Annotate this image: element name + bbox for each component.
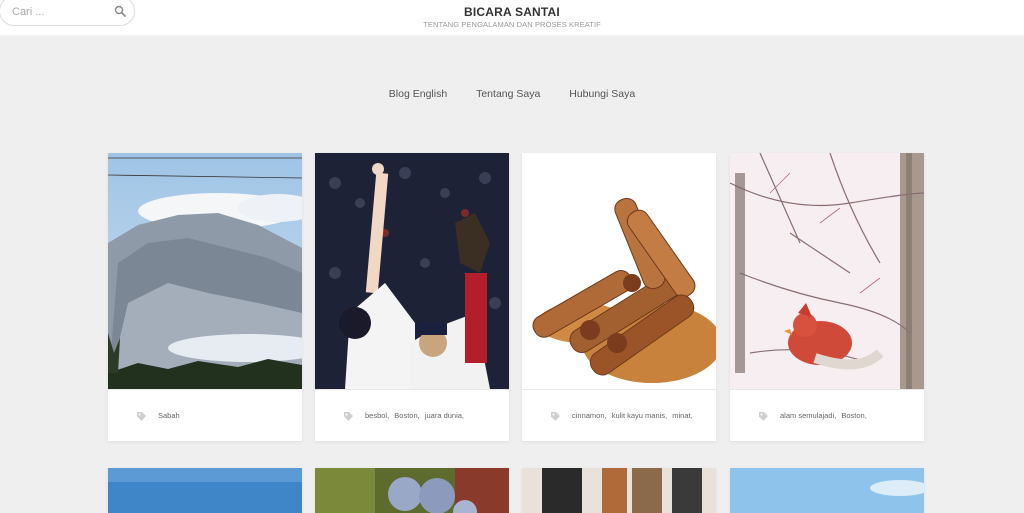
tag-link[interactable]: Boston,	[394, 411, 419, 420]
post-image-cardinal[interactable]	[730, 153, 924, 389]
post-tags: alam semulajadi, Boston,	[730, 389, 924, 442]
nav-blog-english[interactable]: Blog English	[389, 88, 447, 100]
tag-icon	[551, 412, 560, 421]
post-card[interactable]	[730, 468, 924, 513]
tag-link[interactable]: juara dunia,	[425, 411, 464, 420]
site-tagline: TENTANG PENGALAMAN DAN PROSES KREATIF	[423, 20, 601, 29]
post-card[interactable]	[315, 468, 509, 513]
post-card[interactable]: alam semulajadi, Boston,	[730, 153, 924, 441]
tag-link[interactable]: cinnamon,	[572, 411, 607, 420]
post-card[interactable]	[108, 468, 302, 513]
post-image[interactable]	[315, 468, 509, 513]
post-tags: Sabah	[108, 389, 302, 442]
nav-tentang-saya[interactable]: Tentang Saya	[476, 88, 540, 100]
tag-link[interactable]: Boston,	[841, 411, 866, 420]
site-title[interactable]: BICARA SANTAI	[0, 5, 1024, 19]
post-card[interactable]: Sabah	[108, 153, 302, 441]
tag-link[interactable]: minat,	[672, 411, 692, 420]
post-image[interactable]	[522, 468, 716, 513]
post-card[interactable]: besbol, Boston, juara dunia,	[315, 153, 509, 441]
tag-link[interactable]: besbol,	[365, 411, 389, 420]
post-card[interactable]: cinnamon, kulit kayu manis, minat,	[522, 153, 716, 441]
tag-icon	[137, 412, 146, 421]
tag-link[interactable]: alam semulajadi,	[780, 411, 836, 420]
post-tags: cinnamon, kulit kayu manis, minat,	[522, 389, 716, 442]
post-image-baseball[interactable]	[315, 153, 509, 389]
tag-link[interactable]: Sabah	[158, 411, 180, 420]
post-image-cinnamon[interactable]	[522, 153, 716, 389]
tag-icon	[759, 412, 768, 421]
tag-icon	[344, 412, 353, 421]
post-card[interactable]	[522, 468, 716, 513]
nav-hubungi-saya[interactable]: Hubungi Saya	[569, 88, 635, 100]
post-image[interactable]	[730, 468, 924, 513]
post-tags: besbol, Boston, juara dunia,	[315, 389, 509, 442]
main-nav: Blog English Tentang Saya Hubungi Saya	[0, 88, 1024, 100]
tag-link[interactable]: kulit kayu manis,	[612, 411, 667, 420]
post-image[interactable]	[108, 468, 302, 513]
top-bar: BICARA SANTAI TENTANG PENGALAMAN DAN PRO…	[0, 0, 1024, 35]
post-image-mountain[interactable]	[108, 153, 302, 389]
